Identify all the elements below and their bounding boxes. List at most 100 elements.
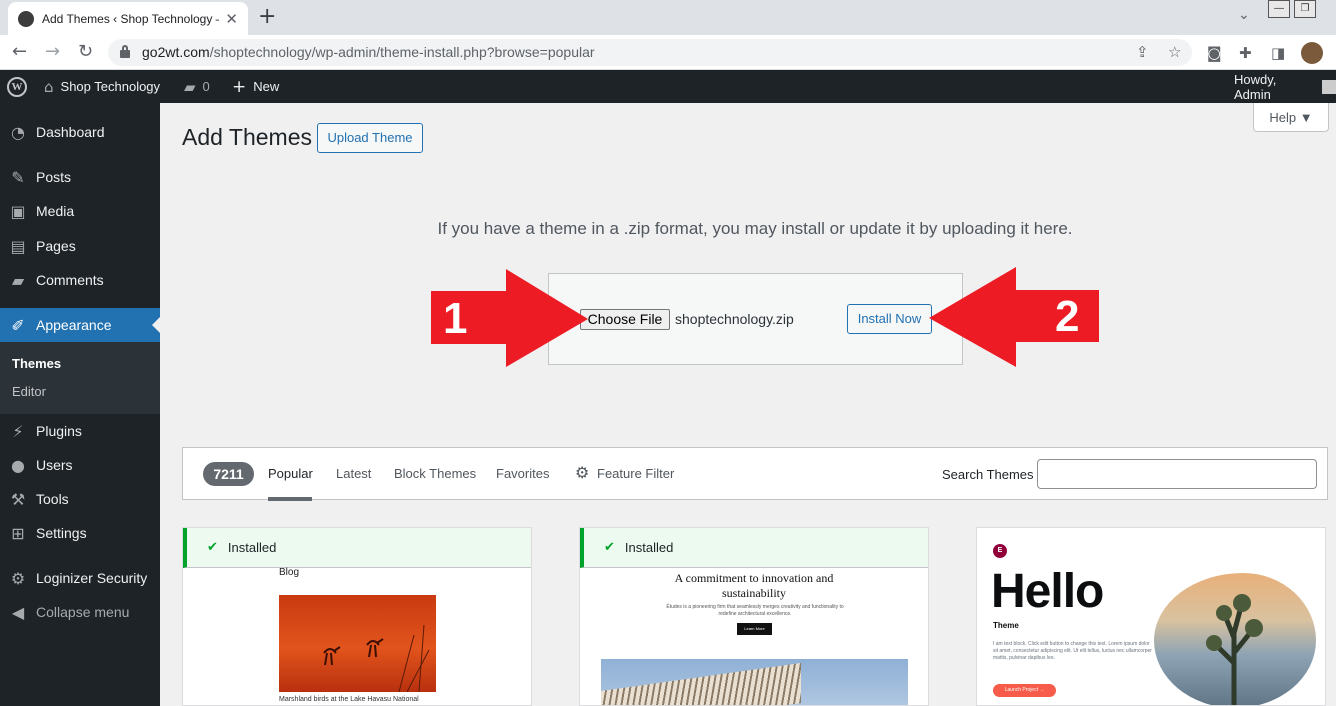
new-label: New: [253, 79, 280, 94]
theme-card[interactable]: E Hello Theme I am text block. Click edi…: [976, 527, 1326, 706]
profile-avatar[interactable]: [1301, 42, 1323, 64]
sidebar-item-tools[interactable]: ⚒ Tools: [0, 482, 160, 516]
close-tab-icon[interactable]: ✕: [225, 10, 238, 28]
checkmark-icon: ✔: [604, 540, 615, 555]
active-tab-indicator: [268, 497, 312, 501]
gear-icon: ⚙: [10, 568, 26, 588]
theme-preview-button: Learn More: [737, 623, 772, 635]
camera-icon[interactable]: ◙: [1207, 44, 1222, 62]
sidebar-item-label: Loginizer Security: [36, 570, 148, 586]
chevron-down-icon[interactable]: ⌄: [1238, 6, 1250, 23]
sidebar-item-settings[interactable]: ⊞ Settings: [0, 516, 160, 550]
sidepanel-icon[interactable]: ◨: [1271, 44, 1285, 62]
reload-icon[interactable]: ↻: [78, 41, 93, 62]
wordpress-favicon-icon: [18, 10, 34, 27]
lock-icon: [120, 45, 130, 58]
restore-icon[interactable]: ❐: [1294, 0, 1316, 18]
theme-card[interactable]: ✔ Installed Blog Marshland birds at the …: [182, 527, 532, 706]
comment-icon: ▰: [11, 270, 25, 290]
tab-block-themes[interactable]: Block Themes: [394, 466, 476, 481]
search-themes-label: Search Themes: [942, 467, 1034, 482]
theme-preview-heading-text: A commitment to innovation and sustainab…: [674, 571, 834, 600]
sidebar-item-label: Posts: [36, 169, 72, 185]
new-tab-icon[interactable]: +: [258, 4, 276, 29]
site-name-label: Shop Technology: [60, 79, 161, 94]
avatar: [1322, 79, 1336, 94]
address-bar[interactable]: go2wt.com/shoptechnology/wp-admin/theme-…: [108, 39, 1192, 66]
theme-card[interactable]: ✔ Installed A commitment to innovation a…: [579, 527, 929, 706]
theme-preview-text: I am text block. Click edit button to ch…: [993, 641, 1152, 661]
howdy-label: Howdy, Admin: [1234, 71, 1277, 102]
installed-label: Installed: [624, 540, 674, 555]
wordpress-logo-icon[interactable]: W: [7, 70, 27, 103]
comment-icon: ▰: [184, 77, 196, 96]
search-themes-input[interactable]: [1037, 459, 1317, 489]
pin-icon: ✎: [11, 167, 25, 187]
wrench-icon: ⚒: [10, 489, 26, 509]
feature-filter-button[interactable]: Feature Filter: [597, 466, 674, 481]
current-menu-arrow: [152, 317, 160, 333]
browser-tab[interactable]: Add Themes ‹ Shop Technology — ✕: [8, 2, 248, 35]
cactus-silhouette: [1206, 594, 1263, 705]
home-icon: ⌂: [44, 77, 54, 96]
plus-icon: +: [232, 76, 247, 97]
selected-file-name: shoptechnology.zip: [675, 311, 794, 327]
sidebar-item-posts[interactable]: ✎ Posts: [0, 160, 160, 194]
forward-icon[interactable]: →: [45, 41, 60, 62]
installed-notice: ✔ Installed: [580, 528, 928, 568]
pages-icon: ▤: [10, 236, 26, 256]
install-now-button[interactable]: Install Now: [847, 304, 932, 334]
tab-favorites[interactable]: Favorites: [496, 466, 549, 481]
minimize-icon[interactable]: —: [1268, 0, 1290, 18]
step-number-2: 2: [1055, 292, 1080, 341]
puzzle-icon[interactable]: ✚: [1239, 44, 1252, 62]
collapse-menu-button[interactable]: ◀ Collapse menu: [0, 595, 160, 629]
checkmark-icon: ✔: [207, 540, 218, 555]
sidebar-item-comments[interactable]: ▰ Comments: [0, 263, 160, 297]
choose-file-button[interactable]: Choose File: [580, 309, 670, 330]
theme-preview-subtitle: Theme: [993, 621, 1019, 630]
tab-popular[interactable]: Popular: [268, 466, 313, 481]
sidebar-item-loginizer-security[interactable]: ⚙ Loginizer Security: [0, 561, 160, 595]
sidebar-item-label: Comments: [36, 272, 104, 288]
comments-link[interactable]: ▰ 0: [184, 70, 210, 103]
tab-title: Add Themes ‹ Shop Technology —: [42, 11, 220, 26]
theme-count-badge: 7211: [203, 462, 254, 486]
sidebar-item-label: Pages: [36, 238, 76, 254]
appearance-submenu: Themes Editor: [0, 342, 160, 414]
submenu-item-themes[interactable]: Themes: [12, 356, 61, 371]
sidebar-item-appearance[interactable]: ✐ Appearance: [0, 308, 160, 342]
back-icon[interactable]: ←: [12, 41, 27, 62]
sidebar-item-label: Users: [36, 457, 73, 473]
my-account-link[interactable]: Howdy, Admin: [1234, 70, 1336, 103]
share-icon[interactable]: ⇪: [1136, 43, 1149, 61]
url-text: go2wt.com/shoptechnology/wp-admin/theme-…: [142, 44, 595, 60]
plug-icon: ⚡: [12, 421, 24, 441]
sidebar-item-pages[interactable]: ▤ Pages: [0, 229, 160, 263]
sidebar-item-dashboard[interactable]: ◔ Dashboard: [0, 115, 160, 149]
star-icon[interactable]: ☆: [1168, 43, 1181, 61]
brush-icon: ✐: [11, 315, 25, 335]
upload-theme-button[interactable]: Upload Theme: [317, 123, 423, 153]
upload-instructions: If you have a theme in a .zip format, yo…: [437, 219, 1073, 238]
theme-preview-caption: Marshland birds at the Lake Havasu Natio…: [279, 696, 419, 703]
theme-preview-heading: A commitment to innovation and sustainab…: [580, 571, 928, 601]
sidebar-item-label: Plugins: [36, 423, 82, 439]
theme-screenshot-cactus: [1154, 573, 1316, 705]
installed-notice: ✔ Installed: [183, 528, 531, 568]
sidebar-item-media[interactable]: ▣ Media: [0, 194, 160, 228]
new-content-link[interactable]: + New: [232, 70, 279, 103]
sidebar-item-users[interactable]: ● Users: [0, 448, 160, 482]
help-tab-button[interactable]: Help ▼: [1253, 103, 1329, 132]
tab-latest[interactable]: Latest: [336, 466, 371, 481]
sidebar-item-plugins[interactable]: ⚡ Plugins: [0, 414, 160, 448]
sidebar-item-label: Collapse menu: [36, 604, 130, 620]
page-title: Add Themes: [182, 124, 312, 150]
theme-preview-title: Hello: [991, 565, 1104, 618]
site-name-link[interactable]: ⌂ Shop Technology: [44, 70, 160, 103]
comments-count: 0: [202, 79, 210, 94]
theme-screenshot-building: [601, 659, 908, 705]
theme-preview-button: Launch Project →: [993, 684, 1056, 697]
submenu-item-editor[interactable]: Editor: [12, 384, 46, 399]
bird-silhouettes: [323, 624, 430, 693]
